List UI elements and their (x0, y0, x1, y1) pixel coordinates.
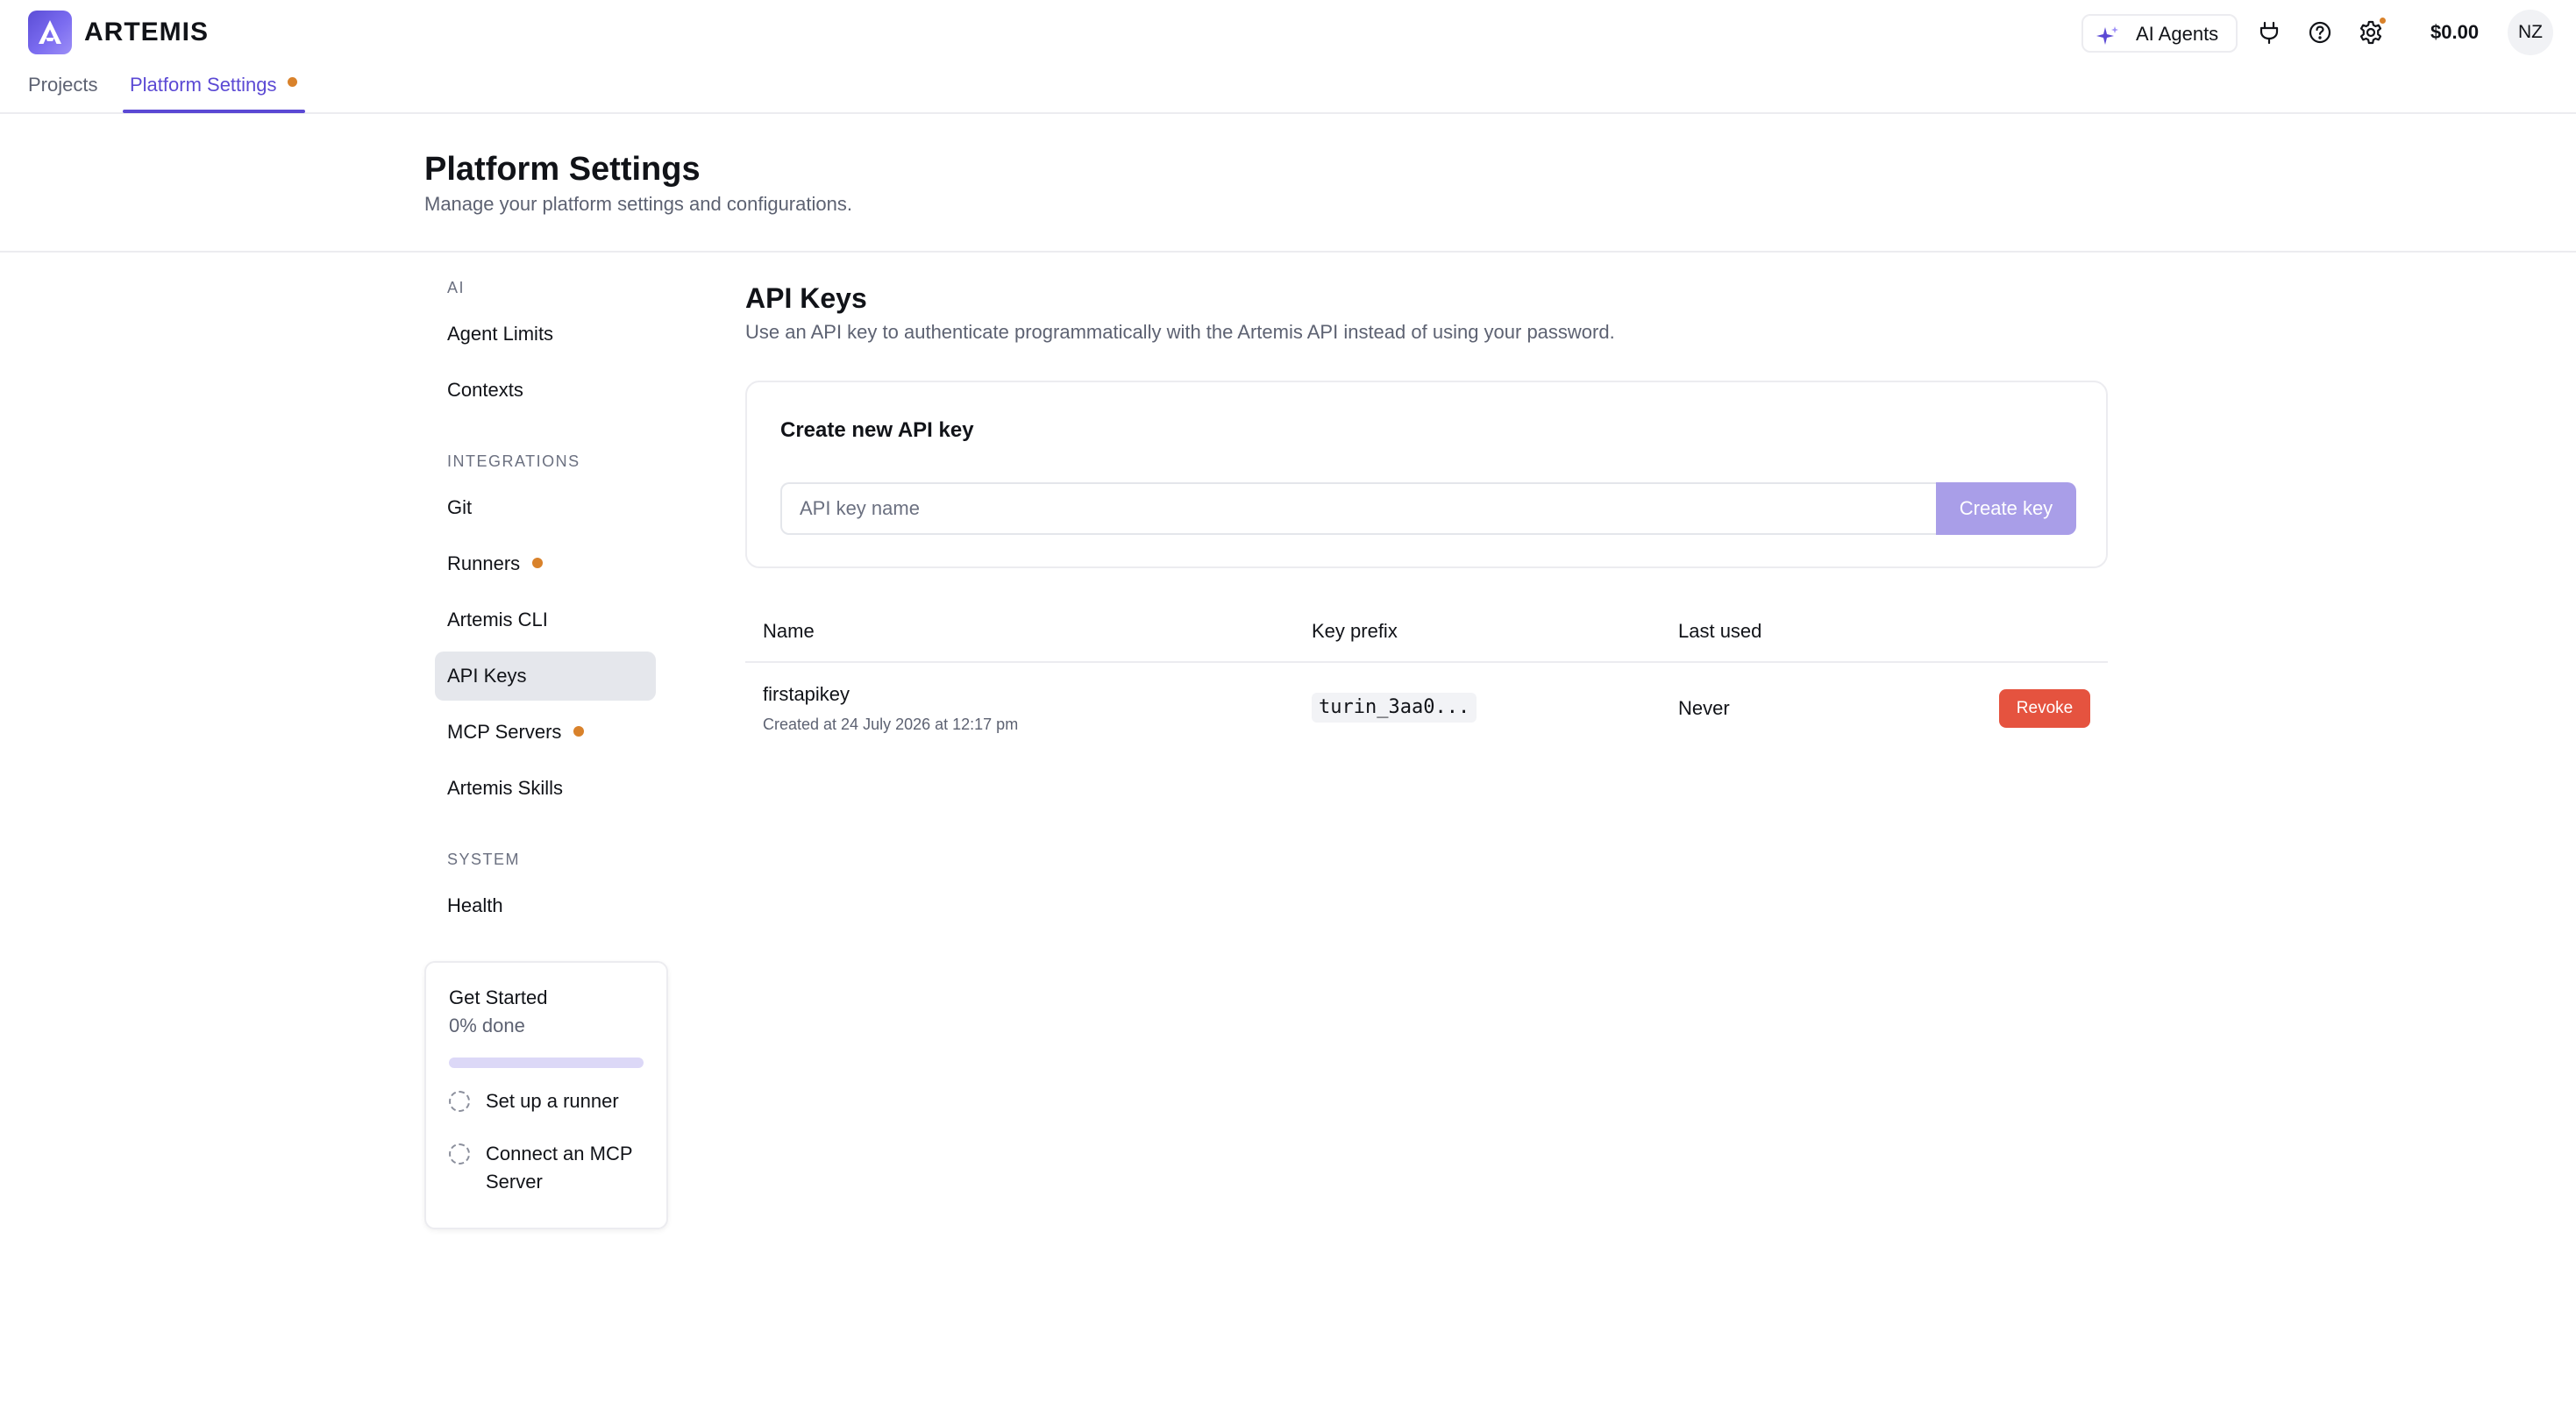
page-subtitle: Manage your platform settings and config… (424, 193, 852, 215)
get-started-title: Get Started (449, 986, 548, 1008)
sidebar-item-label: API Keys (447, 665, 527, 687)
get-started-progress-text: 0% done (449, 1015, 525, 1036)
get-started-card: Get Started 0% done Set up a runner Conn… (424, 961, 668, 1229)
column-header-last-used: Last used (1678, 620, 1762, 642)
api-key-name-input[interactable] (780, 482, 1936, 535)
sidebar-item-artemis-cli[interactable]: Artemis CLI (435, 595, 656, 645)
sidebar-item-label: Runners (447, 552, 521, 574)
settings-notification-dot (2378, 16, 2387, 25)
task-label: Connect an MCP Server (486, 1143, 633, 1193)
key-name: firstapikey (763, 683, 850, 705)
column-header-name: Name (763, 620, 815, 642)
help-circle-icon[interactable] (2302, 15, 2338, 50)
column-header-key-prefix: Key prefix (1312, 620, 1398, 642)
sidebar-section-integrations: INTEGRATIONS (447, 452, 580, 470)
sidebar-item-git[interactable]: Git (435, 483, 656, 532)
sidebar-item-label: Artemis CLI (447, 609, 548, 630)
sidebar-item-label: Artemis Skills (447, 777, 564, 799)
sidebar-item-label: Contexts (447, 379, 523, 401)
section-title: API Keys (745, 282, 867, 314)
sparkle-icon (2096, 25, 2120, 50)
page-title: Platform Settings (424, 151, 701, 188)
sidebar-item-api-keys[interactable]: API Keys (435, 652, 656, 701)
key-last-used: Never (1678, 697, 1730, 719)
sidebar-item-label: Agent Limits (447, 323, 554, 345)
revoke-button[interactable]: Revoke (1999, 689, 2090, 728)
page-header: Platform Settings Manage your platform s… (0, 114, 2576, 253)
sidebar-item-contexts[interactable]: Contexts (435, 366, 656, 415)
sidebar-section-ai: AI (447, 279, 466, 296)
sidebar-item-runners[interactable]: Runners (435, 539, 656, 588)
balance-display[interactable]: $0.00 (2430, 20, 2479, 45)
active-tab-indicator (123, 110, 305, 113)
tab-projects[interactable]: Projects (28, 72, 97, 98)
create-key-button[interactable]: Create key (1936, 482, 2076, 535)
task-label: Set up a runner (486, 1090, 619, 1112)
plug-icon[interactable] (2252, 15, 2287, 50)
sidebar-item-label: Git (447, 496, 473, 518)
key-prefix: turin_3aa0... (1312, 693, 1477, 723)
tab-platform-settings[interactable]: Platform Settings (130, 72, 277, 98)
sidebar-section-system: SYSTEM (447, 851, 521, 868)
notification-dot (532, 558, 544, 568)
create-api-key-card: Create new API key Create key (745, 381, 2108, 568)
app-name[interactable]: ARTEMIS (84, 17, 209, 48)
sidebar-item-mcp-servers[interactable]: MCP Servers (435, 708, 656, 757)
dashed-circle-icon (449, 1091, 470, 1112)
create-api-key-title: Create new API key (780, 418, 974, 442)
notification-dot (573, 726, 585, 737)
ai-agents-button[interactable]: AI Agents (2081, 14, 2238, 53)
notification-dot (288, 77, 297, 87)
ai-agents-label: AI Agents (2136, 23, 2219, 45)
sidebar-item-label: MCP Servers (447, 721, 562, 743)
sidebar-item-agent-limits[interactable]: Agent Limits (435, 310, 656, 359)
section-description: Use an API key to authenticate programma… (745, 321, 1615, 343)
top-bar: ARTEMIS Projects Platform Settings AI Ag… (0, 0, 2576, 114)
dashed-circle-icon (449, 1143, 470, 1164)
key-created-at: Created at 24 July 2026 at 12:17 pm (763, 716, 1019, 733)
get-started-progress-bar (449, 1058, 644, 1068)
table-divider (745, 661, 2108, 663)
sidebar-item-artemis-skills[interactable]: Artemis Skills (435, 764, 656, 813)
sidebar-item-label: Health (447, 894, 503, 916)
avatar[interactable]: NZ (2508, 10, 2553, 55)
artemis-logo-icon[interactable] (28, 11, 72, 54)
sidebar-item-health[interactable]: Health (435, 881, 656, 930)
